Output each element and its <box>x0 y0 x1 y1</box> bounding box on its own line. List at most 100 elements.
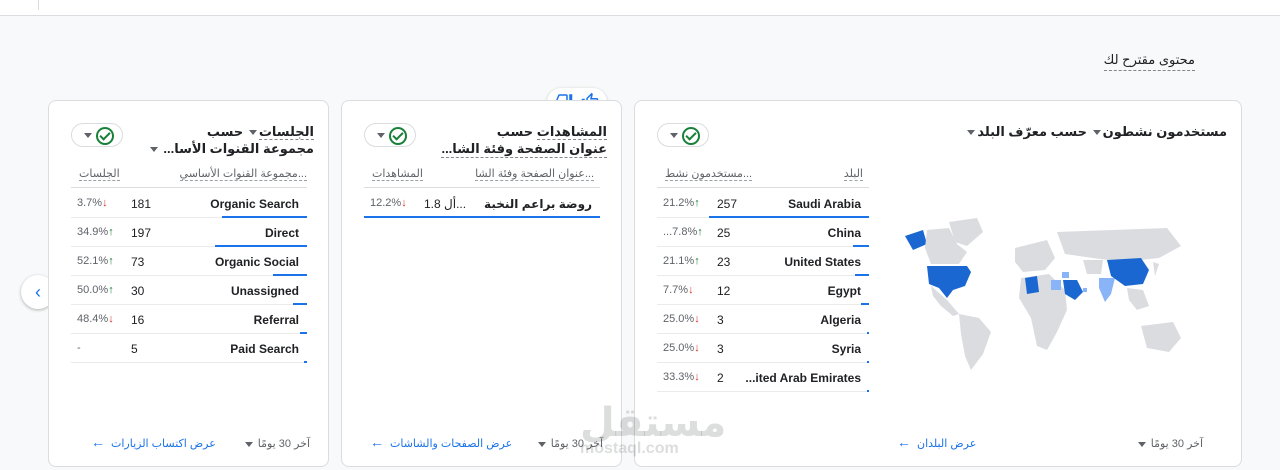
row-name: Organic Social <box>214 255 299 269</box>
table-row[interactable]: Egypt 12 7.7%↓ <box>657 276 869 305</box>
compare-menu-button[interactable] <box>364 123 416 147</box>
table-row[interactable]: Direct 197 34.9%↑ <box>71 218 307 247</box>
row-name: روضة براعم النخبة <box>484 197 592 211</box>
arrow-up-icon: ↑ <box>108 284 114 296</box>
table-row[interactable]: Syria 3 25.0%↓ <box>657 334 869 363</box>
chevron-down-icon <box>967 130 976 136</box>
row-name: Unassigned <box>230 284 299 298</box>
arrow-left-icon: ← <box>897 434 911 450</box>
check-circle-icon <box>96 127 114 145</box>
compare-menu-button[interactable] <box>71 123 123 147</box>
metric-selector[interactable]: الجلسات <box>247 124 314 140</box>
dimension-selector[interactable]: مجموعة القنوات الأسا... <box>148 140 314 157</box>
row-change: 7.7%↓ <box>663 284 694 296</box>
row-change: 3.7%↓ <box>77 197 108 209</box>
row-value: 197 <box>131 226 152 240</box>
view-pages-link[interactable]: ← عرض الصفحات والشاشات <box>370 434 512 450</box>
column-header-name[interactable]: مجموعة القنوات الأساسي... <box>179 167 307 181</box>
date-range-selector[interactable]: آخر 30 يومًا <box>1136 437 1203 450</box>
date-range-selector[interactable]: آخر 30 يومًا <box>243 437 310 450</box>
watermark: مستقل mostaql.com <box>580 401 727 457</box>
row-change: 12.2%↓ <box>370 197 407 209</box>
row-change: ...7.8%↑ <box>663 226 703 238</box>
card-title: المشاهدات حسب عنوان الصفحة وفئة الشا... <box>441 124 607 158</box>
row-name: Direct <box>264 226 299 240</box>
row-name: Syria <box>831 342 861 356</box>
row-change: 52.1%↑ <box>77 255 114 267</box>
row-value: 3 <box>717 342 724 356</box>
row-share-bar <box>304 361 307 363</box>
table-row[interactable]: ...ited Arab Emirates 2 33.3%↓ <box>657 363 869 392</box>
map-india[interactable] <box>1099 278 1115 302</box>
table-row[interactable]: Referral 16 48.4%↓ <box>71 305 307 334</box>
chevron-down-icon <box>248 130 257 136</box>
row-change: 48.4%↓ <box>77 313 114 325</box>
table-row[interactable]: Saudi Arabia 257 21.2%↑ <box>657 189 869 218</box>
table-row[interactable]: روضة براعم النخبة 1.8 أل... 12.2%↓ <box>364 189 600 218</box>
row-change: 50.0%↑ <box>77 284 114 296</box>
top-divider <box>38 0 39 10</box>
table-row[interactable]: China 25 ...7.8%↑ <box>657 218 869 247</box>
row-change: 33.3%↓ <box>663 371 700 383</box>
map-egypt[interactable] <box>1051 280 1061 290</box>
table-row[interactable]: Algeria 3 25.0%↓ <box>657 305 869 334</box>
table-row[interactable]: Unassigned 30 50.0%↑ <box>71 276 307 305</box>
world-map <box>905 218 1181 370</box>
arrow-down-icon: ↓ <box>694 313 700 325</box>
map-algeria[interactable] <box>1025 276 1039 294</box>
map-syria[interactable] <box>1062 272 1069 278</box>
arrow-left-icon: ← <box>370 434 384 450</box>
view-traffic-link[interactable]: ← عرض اكتساب الزيارات <box>91 434 216 450</box>
chevron-down-icon <box>377 133 385 138</box>
row-value: 25 <box>717 226 731 240</box>
row-value: 257 <box>717 197 738 211</box>
row-change: 21.2%↑ <box>663 197 700 209</box>
row-value: 181 <box>131 197 152 211</box>
check-circle-icon <box>682 127 700 145</box>
row-change: 25.0%↓ <box>663 313 700 325</box>
map-saudi-arabia[interactable] <box>1063 280 1083 300</box>
column-header-value[interactable]: الجلسات <box>79 167 120 181</box>
chevron-down-icon <box>84 133 92 138</box>
chevron-down-icon <box>537 441 546 447</box>
table-row[interactable]: Organic Search 181 3.7%↓ <box>71 189 307 218</box>
row-name: United States <box>784 255 861 269</box>
row-name: Organic Search <box>210 197 299 211</box>
arrow-down-icon: ↓ <box>102 197 108 209</box>
table-row[interactable]: Paid Search 5 - <box>71 334 307 363</box>
table-header: مستخدمون نشط... البلد <box>657 165 869 188</box>
column-header-value[interactable]: مستخدمون نشط... <box>665 167 753 181</box>
row-share-bar <box>364 216 600 218</box>
row-name: Paid Search <box>230 342 299 356</box>
metric-selector[interactable]: مستخدمون نشطون <box>1091 124 1227 139</box>
row-value: 73 <box>131 255 145 269</box>
column-header-value[interactable]: المشاهدات <box>372 167 423 181</box>
chevron-down-icon <box>1092 130 1101 136</box>
map-uae[interactable] <box>1083 288 1087 292</box>
table-row[interactable]: United States 23 21.1%↑ <box>657 247 869 276</box>
table-header: المشاهدات عنوان الصفحة وفئة الشا... <box>364 165 600 188</box>
table-row[interactable]: Organic Social 73 52.1%↑ <box>71 247 307 276</box>
arrow-up-icon: ↑ <box>108 226 114 238</box>
row-change: 21.1%↑ <box>663 255 700 267</box>
row-value: 3 <box>717 313 724 327</box>
table-header: الجلسات مجموعة القنوات الأساسي... <box>71 165 307 188</box>
map-alaska <box>905 230 927 250</box>
chevron-down-icon <box>670 133 678 138</box>
card-sessions-by-channel: الجلسات حسب مجموعة القنوات الأسا... الجل… <box>48 100 329 467</box>
metric-selector[interactable]: المشاهدات <box>536 124 607 140</box>
column-header-name[interactable]: البلد <box>843 167 863 181</box>
column-header-name[interactable]: عنوان الصفحة وفئة الشا... <box>475 167 594 181</box>
chevron-down-icon <box>244 441 253 447</box>
dimension-selector[interactable]: عنوان الصفحة وفئة الشا... <box>441 140 607 158</box>
view-countries-link[interactable]: ← عرض البلدان <box>897 434 976 450</box>
row-change: 25.0%↓ <box>663 342 700 354</box>
dimension-selector[interactable]: حسب معرّف البلد <box>965 124 1087 139</box>
row-name: Egypt <box>827 284 861 298</box>
compare-menu-button[interactable] <box>657 123 709 147</box>
card-title: مستخدمون نشطون حسب معرّف البلد <box>965 123 1227 140</box>
row-value: 23 <box>717 255 731 269</box>
row-value: 12 <box>717 284 731 298</box>
arrow-down-icon: ↓ <box>108 313 114 325</box>
arrow-up-icon: ↑ <box>108 255 114 267</box>
